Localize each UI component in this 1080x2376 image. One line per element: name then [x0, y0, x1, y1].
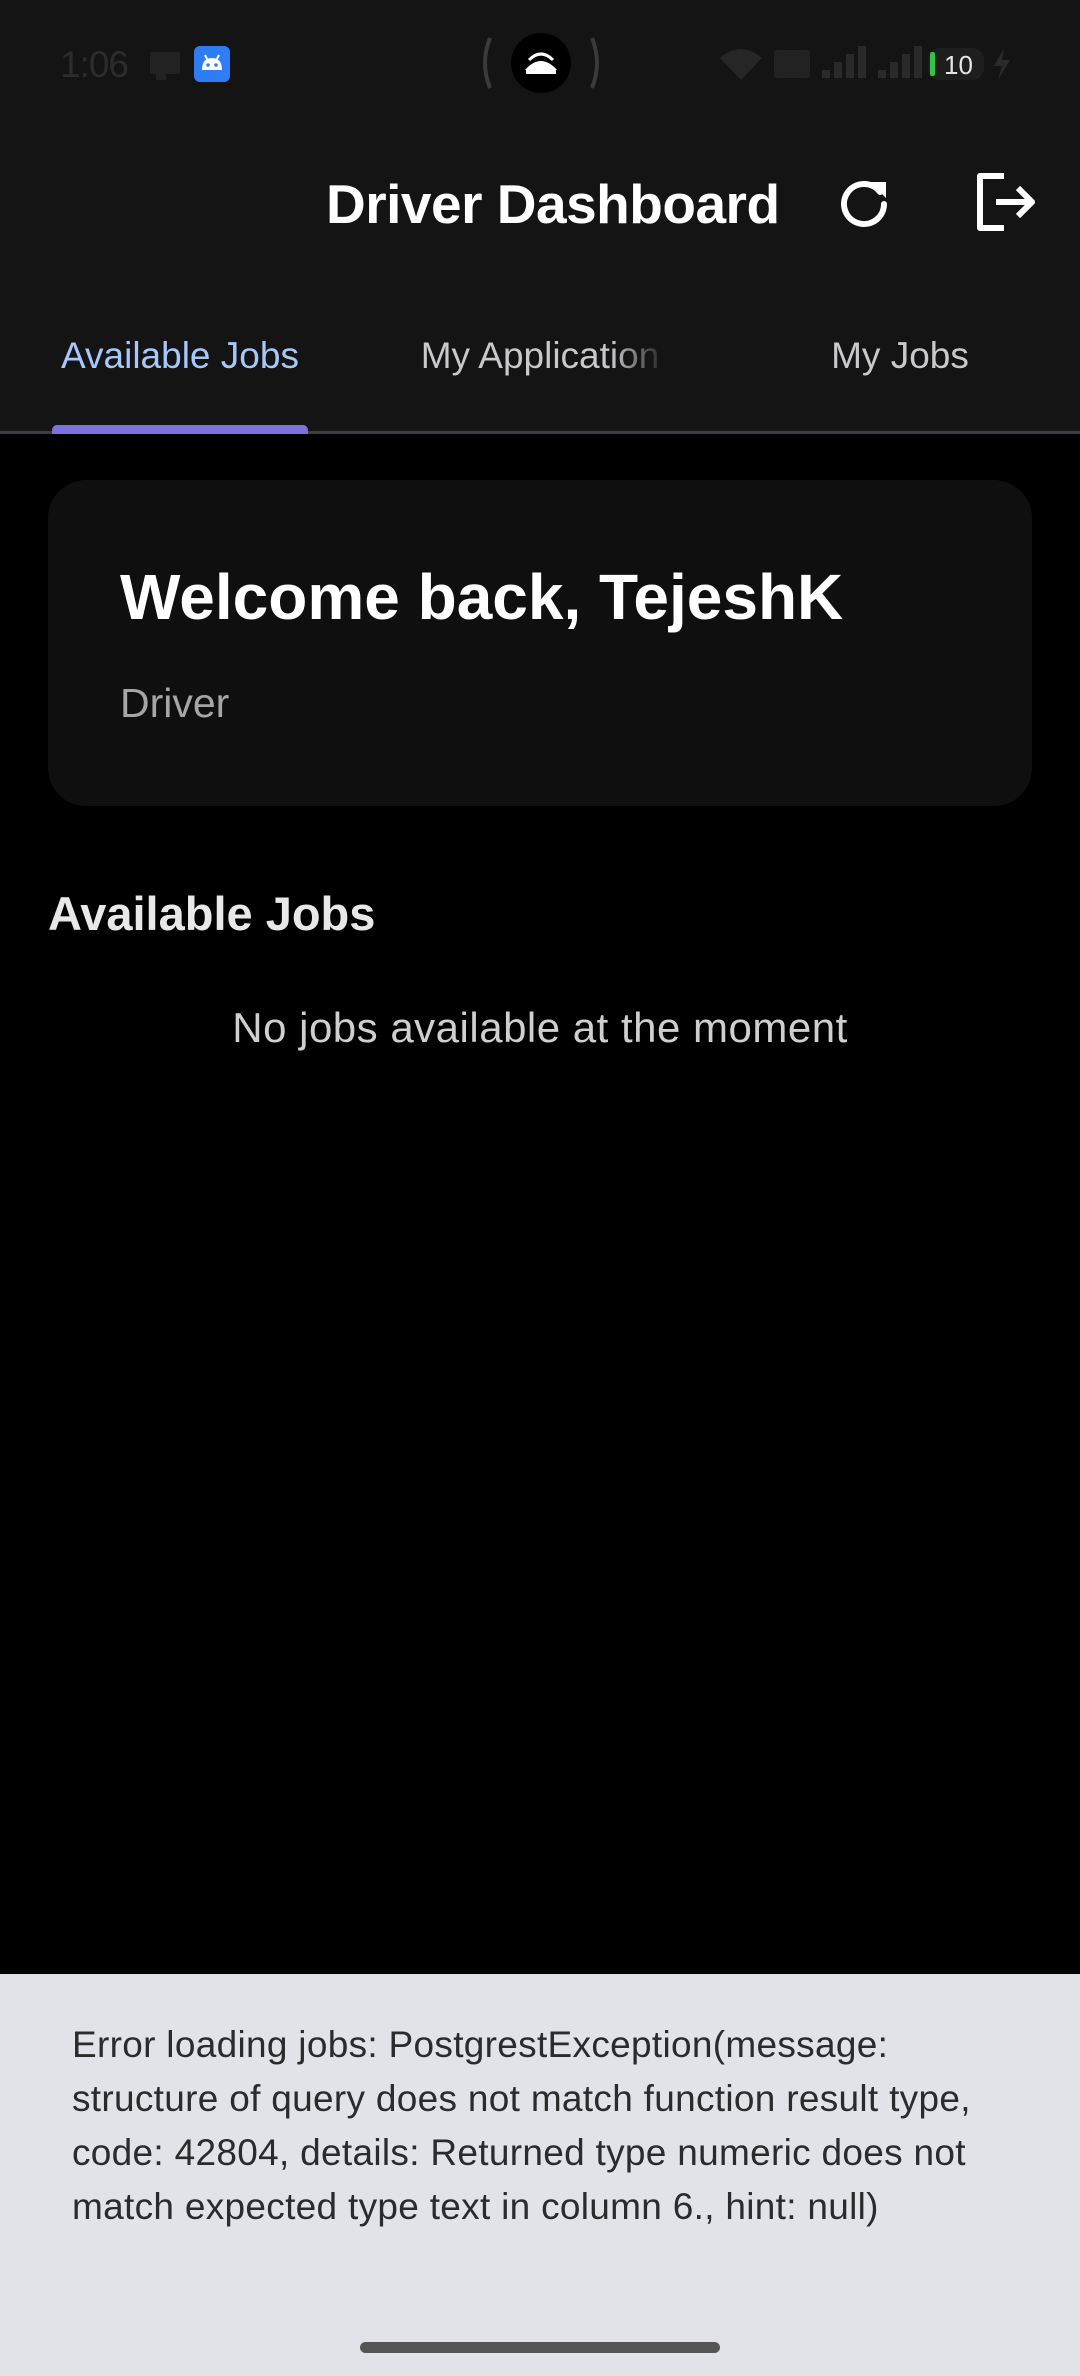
- android-debug-icon: [194, 46, 230, 87]
- status-time: 1:06: [60, 44, 129, 85]
- status-bar: 1:06 10: [0, 0, 1080, 128]
- tab-label: My Application: [420, 334, 660, 376]
- welcome-card: Welcome back, TejeshK Driver: [48, 480, 1032, 806]
- battery-level: 10: [944, 50, 973, 80]
- user-role: Driver: [120, 680, 230, 726]
- home-indicator[interactable]: [360, 2342, 720, 2353]
- empty-state-message: No jobs available at the moment: [232, 1004, 848, 1051]
- welcome-title: Welcome back, TejeshK: [120, 561, 844, 633]
- wifi-icon: [718, 46, 764, 87]
- screen: 1:06 10 Driver Dashboard Available Jobs …: [0, 0, 1080, 2376]
- tab-bar: Available Jobs My Application My Jobs: [0, 280, 1080, 434]
- tab-available-jobs[interactable]: Available Jobs: [0, 280, 360, 431]
- tab-my-jobs[interactable]: My Jobs: [720, 280, 1080, 431]
- error-snackbar: Error loading jobs: PostgrestException(m…: [0, 1974, 1080, 2376]
- tab-label: Available Jobs: [61, 334, 299, 376]
- tab-my-applications[interactable]: My Application: [360, 280, 720, 431]
- logout-icon: [974, 172, 1038, 237]
- volte-icon: [772, 46, 812, 87]
- charging-icon: [990, 46, 1014, 87]
- hotspot-icon: [480, 30, 602, 101]
- signal-icon-2: [876, 44, 924, 85]
- logout-button[interactable]: [966, 164, 1046, 244]
- tab-label: My Jobs: [831, 334, 969, 376]
- battery-icon: 10: [926, 44, 986, 84]
- page-title: Driver Dashboard: [326, 173, 780, 235]
- app-bar: Driver Dashboard: [0, 128, 1080, 280]
- signal-icon: [820, 44, 868, 85]
- section-title: Available Jobs: [48, 887, 376, 940]
- active-tab-indicator: [52, 425, 308, 434]
- cast-icon: [148, 48, 184, 87]
- refresh-icon: [836, 174, 892, 235]
- refresh-button[interactable]: [824, 164, 904, 244]
- snackbar-message: Error loading jobs: PostgrestException(m…: [72, 2024, 971, 2227]
